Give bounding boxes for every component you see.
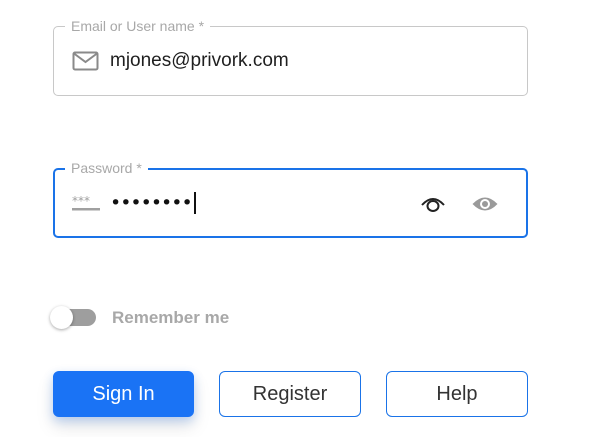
password-dots-icon: *** bbox=[72, 194, 100, 216]
text-caret bbox=[193, 192, 196, 214]
password-field[interactable]: Password * *** •••••••• bbox=[53, 160, 528, 238]
remember-me-label[interactable]: Remember me bbox=[112, 308, 229, 328]
help-button[interactable]: Help bbox=[386, 371, 528, 417]
email-field-label: Email or User name * bbox=[65, 18, 211, 34]
svg-text:***: *** bbox=[72, 194, 90, 208]
password-masked-text: •••••••• bbox=[110, 192, 193, 214]
password-input[interactable]: •••••••• bbox=[110, 190, 196, 216]
email-input[interactable]: mjones@privork.com bbox=[110, 50, 289, 72]
mail-icon bbox=[72, 50, 99, 72]
register-button[interactable]: Register bbox=[219, 371, 361, 417]
sign-in-button[interactable]: Sign In bbox=[53, 371, 194, 417]
eye-closed-icon[interactable] bbox=[419, 191, 447, 217]
password-field-label: Password * bbox=[65, 160, 148, 176]
email-field[interactable]: Email or User name * mjones@privork.com bbox=[53, 18, 528, 96]
toggle-thumb bbox=[50, 306, 73, 329]
remember-me-toggle[interactable] bbox=[50, 305, 98, 331]
eye-icon[interactable] bbox=[471, 191, 499, 217]
